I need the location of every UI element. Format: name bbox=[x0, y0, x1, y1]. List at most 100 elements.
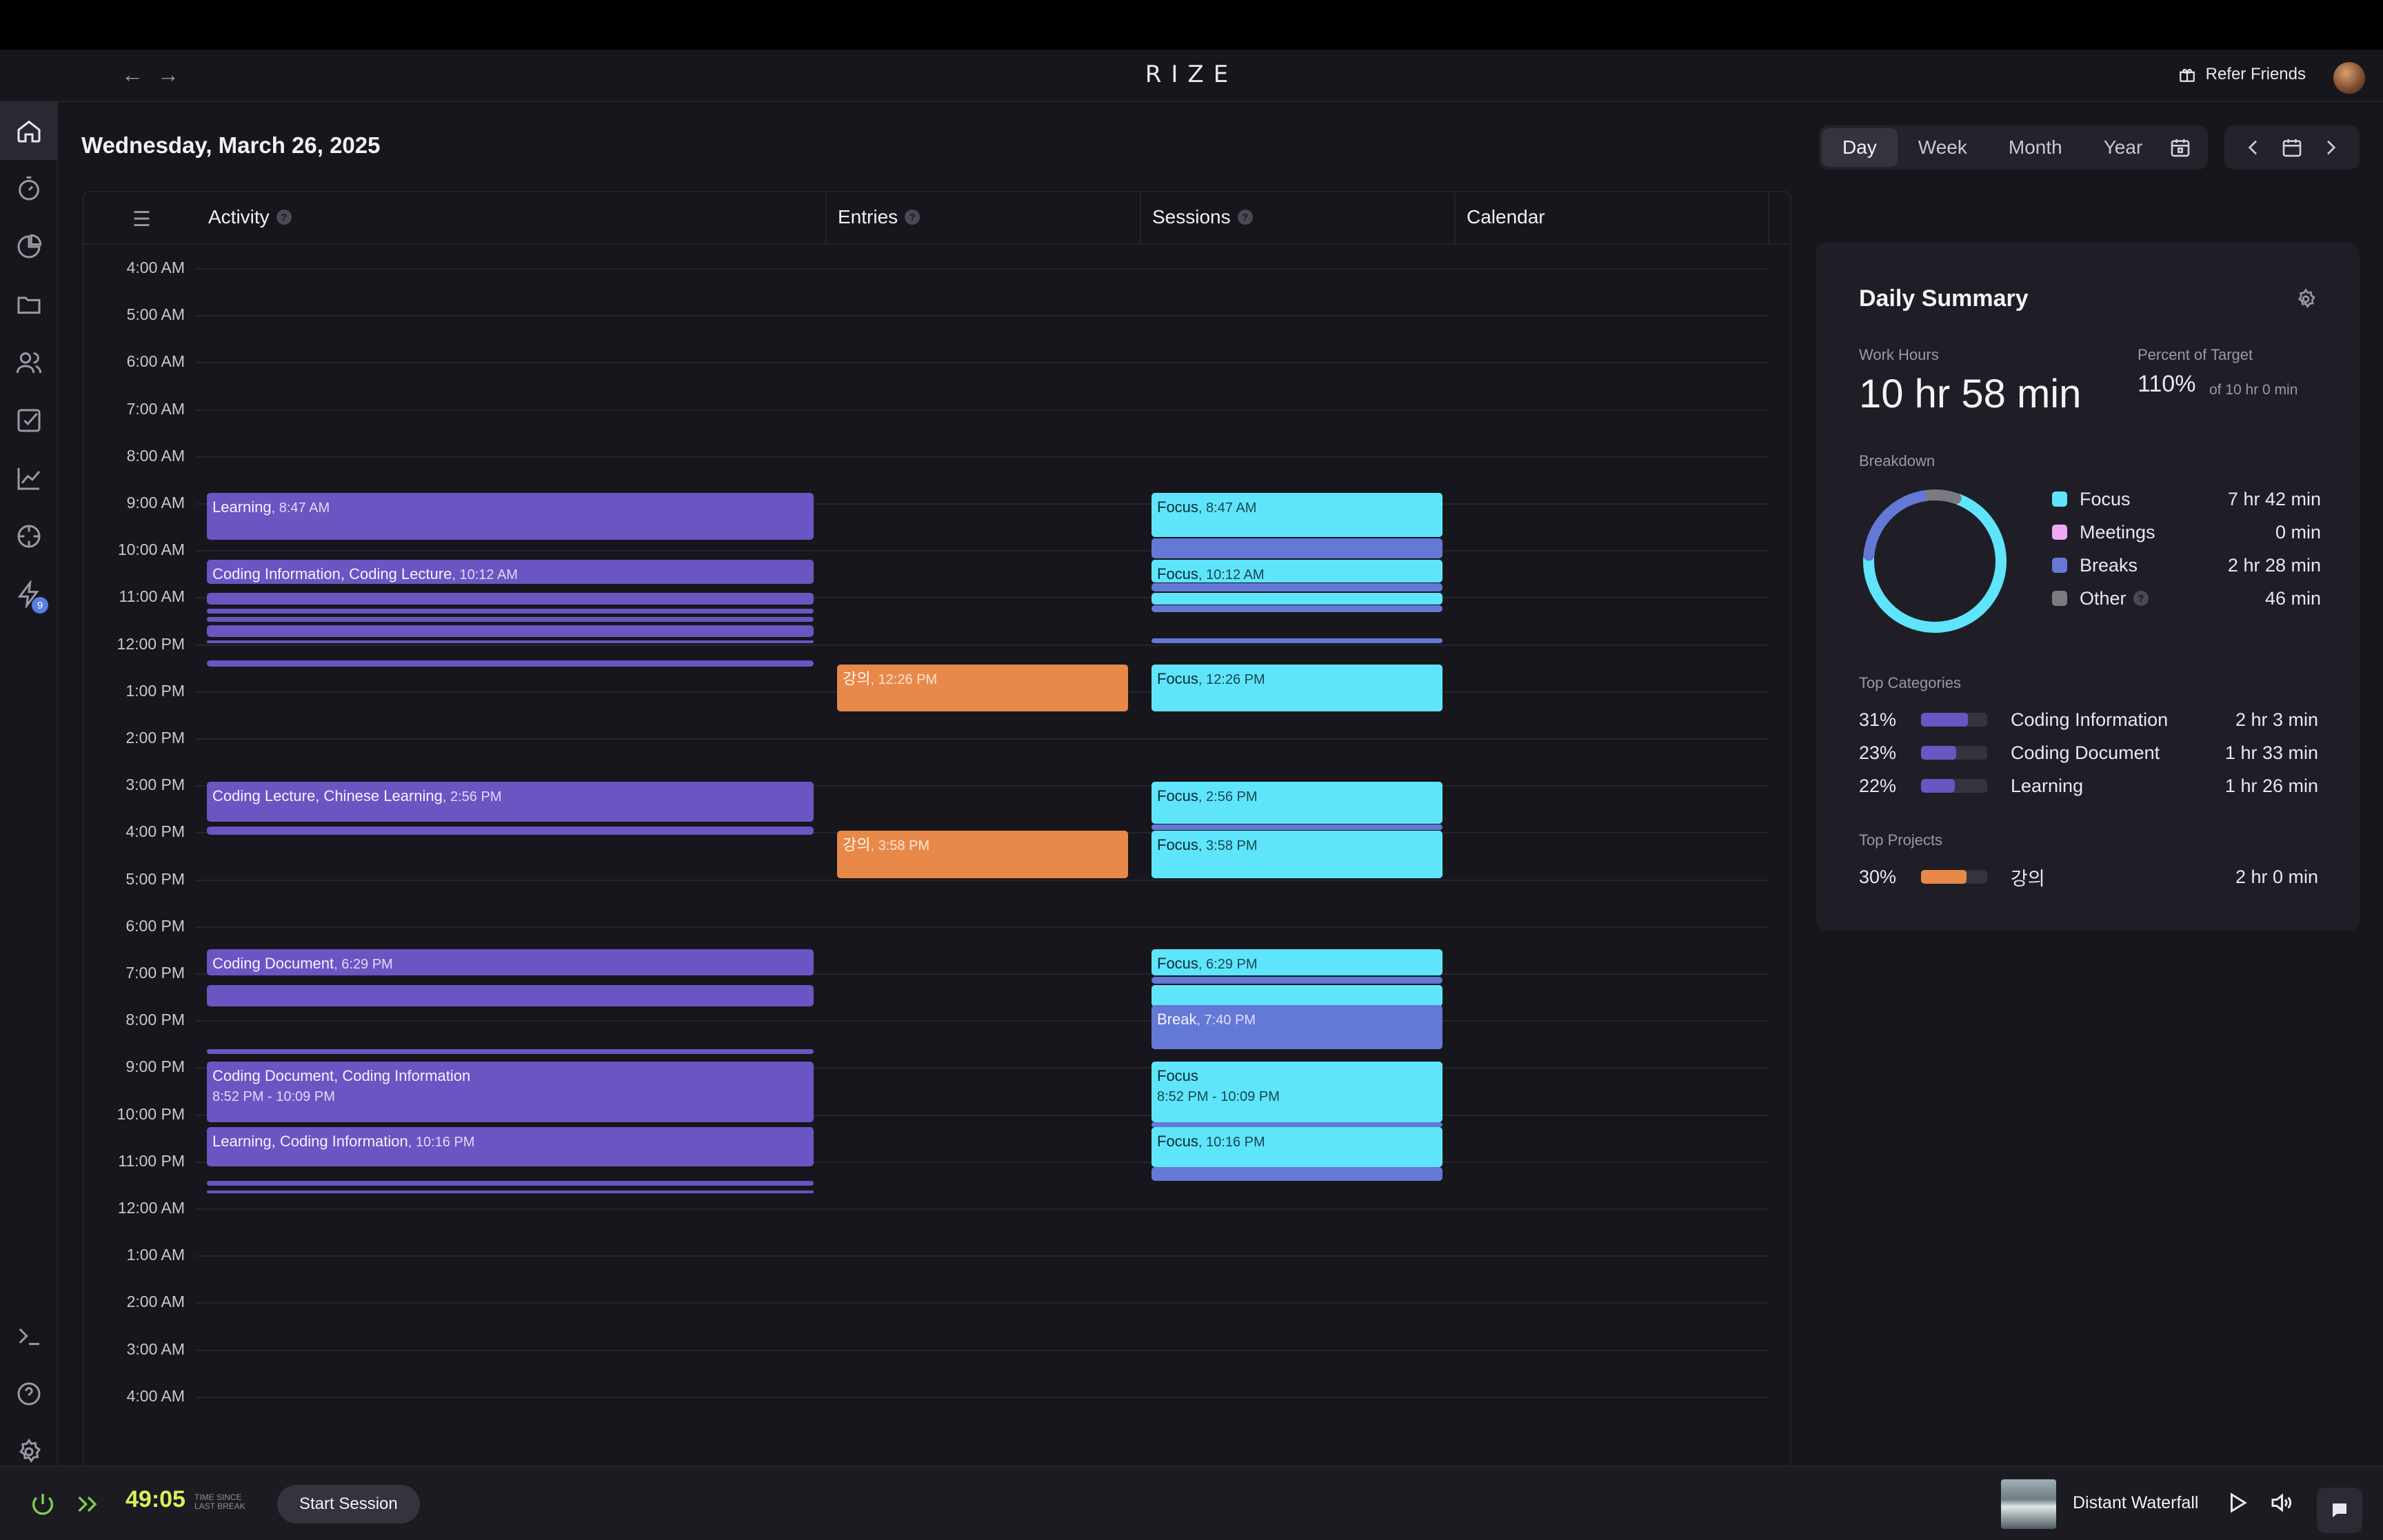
activity-block[interactable] bbox=[207, 609, 814, 614]
block-title: Coding Information, Coding Lecture bbox=[212, 565, 452, 582]
focus-session-block[interactable]: Focus, 10:16 PM bbox=[1152, 1127, 1442, 1167]
block-title: Focus bbox=[1157, 1133, 1198, 1150]
donut-slice-other bbox=[1924, 489, 1962, 505]
focus-session-block[interactable] bbox=[1152, 592, 1442, 605]
focus-session-block[interactable]: Focus, 12:26 PM bbox=[1152, 664, 1442, 712]
hour-label: 7:00 AM bbox=[126, 399, 185, 418]
activity-block[interactable] bbox=[207, 625, 814, 638]
activity-block[interactable] bbox=[207, 1049, 814, 1055]
work-hours-label: Work Hours bbox=[1859, 346, 1939, 363]
entry-block[interactable]: 강의, 12:26 PM bbox=[837, 664, 1128, 712]
break-session-block[interactable] bbox=[1152, 638, 1442, 644]
legend-name: Meetings bbox=[2080, 521, 2155, 543]
break-session-block[interactable] bbox=[1152, 824, 1442, 830]
focus-session-block[interactable]: Focus, 2:56 PM bbox=[1152, 782, 1442, 824]
menu-icon[interactable]: ☰ bbox=[132, 207, 151, 232]
hour-label: 8:00 PM bbox=[125, 1011, 185, 1029]
block-title: Focus bbox=[1157, 565, 1198, 582]
activity-block[interactable]: Learning, 8:47 AM bbox=[207, 492, 814, 540]
help-icon[interactable]: ? bbox=[1237, 210, 1253, 225]
category-name: Learning bbox=[2011, 775, 2084, 796]
avatar[interactable] bbox=[2333, 62, 2365, 94]
break-session-block[interactable] bbox=[1152, 1122, 1442, 1127]
tab-week[interactable]: Week bbox=[1898, 128, 1988, 167]
activity-block[interactable] bbox=[207, 660, 814, 667]
help-icon[interactable]: ? bbox=[905, 210, 921, 225]
break-session-block[interactable] bbox=[1152, 1166, 1442, 1182]
break-session-block[interactable] bbox=[1152, 605, 1442, 613]
terminal-icon[interactable] bbox=[0, 1307, 58, 1365]
play-icon[interactable] bbox=[2224, 1490, 2249, 1515]
chat-button[interactable] bbox=[2317, 1488, 2362, 1533]
activity-block[interactable] bbox=[207, 617, 814, 622]
home-icon[interactable] bbox=[0, 102, 58, 160]
block-time: , 2:56 PM bbox=[1198, 789, 1258, 805]
power-icon[interactable] bbox=[29, 1490, 57, 1518]
column-activity: Activity ? bbox=[208, 206, 292, 228]
activity-block[interactable] bbox=[207, 1191, 814, 1194]
tab-month[interactable]: Month bbox=[1988, 128, 2083, 167]
category-row[interactable]: 31% Coding Information 2 hr 3 min bbox=[1859, 706, 2318, 733]
activity-block[interactable]: Coding Information, Coding Lecture, 10:1… bbox=[207, 559, 814, 585]
users-icon[interactable] bbox=[0, 334, 58, 392]
category-percent: 31% bbox=[1859, 709, 1897, 730]
activity-block[interactable] bbox=[207, 592, 814, 605]
category-row[interactable]: 23% Coding Document 1 hr 33 min bbox=[1859, 739, 2318, 767]
hour-label: 12:00 PM bbox=[117, 634, 185, 653]
activity-block[interactable] bbox=[207, 827, 814, 835]
music-artwork bbox=[2001, 1479, 2056, 1529]
target-icon[interactable] bbox=[0, 507, 58, 565]
timer-icon[interactable] bbox=[0, 160, 58, 218]
activity-block[interactable]: Learning, Coding Information, 10:16 PM bbox=[207, 1127, 814, 1166]
activity-block[interactable]: Coding Lecture, Chinese Learning, 2:56 P… bbox=[207, 782, 814, 822]
summary-title: Daily Summary bbox=[1859, 285, 2029, 312]
activity-block[interactable]: Coding Document, Coding Information 8:52 … bbox=[207, 1061, 814, 1123]
legend-value: 7 hr 42 min bbox=[2227, 488, 2321, 509]
chevron-right-icon[interactable] bbox=[2311, 128, 2350, 167]
hour-label: 7:00 PM bbox=[125, 964, 185, 982]
category-row[interactable]: 22% Learning 1 hr 26 min bbox=[1859, 772, 2318, 800]
trend-chart-icon[interactable] bbox=[0, 449, 58, 507]
refer-friends-button[interactable]: Refer Friends bbox=[2178, 65, 2306, 84]
break-session-block[interactable]: Break, 7:40 PM bbox=[1152, 1004, 1442, 1050]
calendar-today-button[interactable] bbox=[2153, 125, 2208, 170]
project-row[interactable]: 30% 강의 2 hr 0 min bbox=[1859, 863, 2318, 891]
chat-icon bbox=[2333, 1503, 2346, 1517]
focus-session-block[interactable]: Focus, 6:29 PM bbox=[1152, 949, 1442, 976]
checkbox-icon[interactable] bbox=[0, 392, 58, 449]
entry-block[interactable]: 강의, 3:58 PM bbox=[837, 831, 1128, 878]
focus-session-block[interactable]: Focus, 10:12 AM bbox=[1152, 559, 1442, 582]
activity-block[interactable] bbox=[207, 1181, 814, 1186]
fast-forward-icon[interactable] bbox=[74, 1490, 102, 1518]
hour-label: 4:00 AM bbox=[126, 259, 185, 276]
bolt-icon[interactable]: 9 bbox=[0, 565, 58, 623]
folder-icon[interactable] bbox=[0, 276, 58, 334]
hour-label: 11:00 PM bbox=[118, 1151, 185, 1170]
divider bbox=[1768, 192, 1769, 245]
focus-session-block[interactable]: Focus 8:52 PM - 10:09 PM bbox=[1152, 1061, 1442, 1123]
help-icon[interactable]: ? bbox=[2133, 591, 2149, 606]
block-title: Focus bbox=[1157, 498, 1198, 516]
break-session-block[interactable] bbox=[1152, 582, 1442, 592]
activity-block[interactable]: Coding Document, 6:29 PM bbox=[207, 949, 814, 976]
break-session-block[interactable] bbox=[1152, 538, 1442, 559]
tab-day[interactable]: Day bbox=[1822, 128, 1898, 167]
project-bar-fill bbox=[1921, 870, 1967, 884]
break-session-block[interactable] bbox=[1152, 976, 1442, 984]
focus-session-block[interactable]: Focus, 3:58 PM bbox=[1152, 831, 1442, 878]
focus-session-block[interactable] bbox=[1152, 985, 1442, 1006]
activity-block[interactable] bbox=[207, 640, 814, 644]
help-icon[interactable]: ? bbox=[276, 210, 292, 225]
start-session-button[interactable]: Start Session bbox=[277, 1485, 420, 1523]
focus-swatch bbox=[2052, 492, 2067, 507]
tab-year[interactable]: Year bbox=[2083, 128, 2164, 167]
help-icon[interactable] bbox=[0, 1365, 58, 1423]
pie-chart-icon[interactable] bbox=[0, 218, 58, 276]
legend-name: Other bbox=[2080, 587, 2126, 609]
gear-icon[interactable] bbox=[2295, 288, 2317, 314]
focus-session-block[interactable]: Focus, 8:47 AM bbox=[1152, 492, 1442, 538]
activity-block[interactable] bbox=[207, 985, 814, 1006]
calendar-picker-icon[interactable] bbox=[2273, 128, 2311, 167]
chevron-left-icon[interactable] bbox=[2234, 128, 2273, 167]
volume-icon[interactable] bbox=[2269, 1490, 2293, 1515]
